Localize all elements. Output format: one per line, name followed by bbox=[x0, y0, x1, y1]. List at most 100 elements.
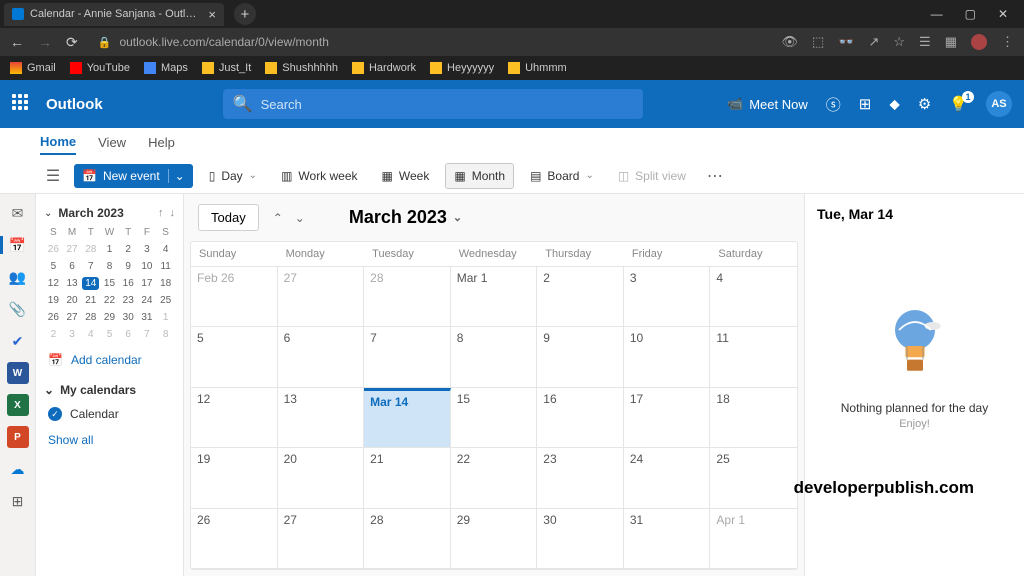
calendar-day[interactable]: 13 bbox=[278, 388, 365, 447]
prev-month-icon[interactable]: ↑ bbox=[158, 207, 164, 219]
powerpoint-icon[interactable]: P bbox=[7, 426, 29, 448]
reading-list-icon[interactable]: ☰ bbox=[919, 34, 931, 50]
mini-day[interactable]: 20 bbox=[63, 292, 82, 309]
calendar-day[interactable]: 22 bbox=[451, 448, 538, 507]
mini-day[interactable]: 26 bbox=[44, 241, 63, 258]
calendar-day[interactable]: 29 bbox=[451, 509, 538, 568]
skype-icon[interactable]: ⓢ bbox=[826, 94, 841, 115]
calendar-day[interactable]: 18 bbox=[710, 388, 797, 447]
bookmark-youtube[interactable]: YouTube bbox=[70, 62, 130, 74]
calendar-day[interactable]: 31 bbox=[624, 509, 711, 568]
mini-day[interactable]: 6 bbox=[63, 258, 82, 275]
calendar-day[interactable]: 25 bbox=[710, 448, 797, 507]
prev-icon[interactable]: ⌃ bbox=[269, 207, 287, 229]
files-icon[interactable]: 📎 bbox=[7, 298, 29, 320]
reload-icon[interactable]: ⟳ bbox=[66, 34, 78, 51]
mini-day[interactable]: 8 bbox=[156, 326, 175, 343]
mini-day[interactable]: 7 bbox=[81, 258, 100, 275]
mini-day[interactable]: 2 bbox=[44, 326, 63, 343]
calendar-day[interactable]: Apr 1 bbox=[710, 509, 797, 568]
incognito-icon[interactable]: 👓 bbox=[838, 34, 854, 50]
mini-day[interactable]: 2 bbox=[119, 241, 138, 258]
next-month-icon[interactable]: ↓ bbox=[170, 207, 176, 219]
url-input[interactable]: 🔒 outlook.live.com/calendar/0/view/month bbox=[90, 35, 770, 49]
mini-day[interactable]: 16 bbox=[119, 275, 138, 292]
mini-day[interactable]: 27 bbox=[63, 309, 82, 326]
mini-day[interactable]: 27 bbox=[63, 241, 82, 258]
more-apps-icon[interactable]: ⊞ bbox=[7, 490, 29, 512]
excel-icon[interactable]: X bbox=[7, 394, 29, 416]
next-icon[interactable]: ⌄ bbox=[291, 207, 309, 229]
calendar-day[interactable]: 21 bbox=[364, 448, 451, 507]
app-launcher-icon[interactable] bbox=[12, 94, 32, 114]
forward-icon[interactable]: → bbox=[38, 34, 52, 50]
mini-day[interactable]: 9 bbox=[119, 258, 138, 275]
hamburger-icon[interactable]: ☰ bbox=[40, 163, 66, 189]
bookmark-folder-4[interactable]: Heyyyyyy bbox=[430, 62, 494, 74]
bookmark-maps[interactable]: Maps bbox=[144, 62, 188, 74]
mini-day[interactable]: 7 bbox=[138, 326, 157, 343]
mini-day[interactable]: 26 bbox=[44, 309, 63, 326]
week-view-button[interactable]: ▦Week bbox=[374, 164, 438, 188]
calendar-item[interactable]: ✓ Calendar bbox=[44, 403, 175, 425]
mail-icon[interactable]: ✉ bbox=[7, 202, 29, 224]
bookmark-folder-5[interactable]: Uhmmm bbox=[508, 62, 567, 74]
search-input[interactable] bbox=[261, 97, 633, 112]
teams-icon[interactable]: ⊞ bbox=[859, 95, 872, 113]
tab-view[interactable]: View bbox=[98, 131, 126, 154]
calendar-day[interactable]: 27 bbox=[278, 509, 365, 568]
calendar-day[interactable]: Feb 26 bbox=[191, 267, 278, 326]
calendar-day[interactable]: 7 bbox=[364, 327, 451, 386]
mini-day[interactable]: 8 bbox=[100, 258, 119, 275]
calendar-day[interactable]: 9 bbox=[537, 327, 624, 386]
mini-day[interactable]: 3 bbox=[138, 241, 157, 258]
mini-day[interactable]: 15 bbox=[100, 275, 119, 292]
calendar-day[interactable]: 24 bbox=[624, 448, 711, 507]
menu-icon[interactable]: ⋮ bbox=[1001, 34, 1014, 50]
calendar-day[interactable]: 5 bbox=[191, 327, 278, 386]
mini-day[interactable]: 25 bbox=[156, 292, 175, 309]
calendar-day[interactable]: 16 bbox=[537, 388, 624, 447]
calendar-day[interactable]: 4 bbox=[710, 267, 797, 326]
calendar-day[interactable]: 28 bbox=[364, 267, 451, 326]
calendar-day[interactable]: 6 bbox=[278, 327, 365, 386]
board-view-button[interactable]: ▤Board⌄ bbox=[522, 164, 602, 188]
mini-day[interactable]: 5 bbox=[100, 326, 119, 343]
month-view-button[interactable]: ▦Month bbox=[445, 163, 514, 189]
calendar-day[interactable]: 11 bbox=[710, 327, 797, 386]
mini-day[interactable]: 1 bbox=[100, 241, 119, 258]
calendar-day[interactable]: Mar 1 bbox=[451, 267, 538, 326]
people-icon[interactable]: 👥 bbox=[7, 266, 29, 288]
today-button[interactable]: Today bbox=[198, 204, 259, 231]
tab-help[interactable]: Help bbox=[148, 131, 175, 154]
calendar-day[interactable]: 8 bbox=[451, 327, 538, 386]
calendar-day[interactable]: 19 bbox=[191, 448, 278, 507]
mini-day[interactable]: 5 bbox=[44, 258, 63, 275]
new-event-button[interactable]: 📅 New event ⌄ bbox=[74, 164, 193, 188]
calendar-day[interactable]: 3 bbox=[624, 267, 711, 326]
bookmark-folder-3[interactable]: Hardwork bbox=[352, 62, 416, 74]
mini-day[interactable]: 24 bbox=[138, 292, 157, 309]
tab-home[interactable]: Home bbox=[40, 130, 76, 155]
mini-day[interactable]: 30 bbox=[119, 309, 138, 326]
calendar-day[interactable]: 12 bbox=[191, 388, 278, 447]
my-calendars-toggle[interactable]: ⌄ My calendars bbox=[44, 377, 175, 403]
new-tab-button[interactable]: + bbox=[234, 3, 256, 25]
mini-day[interactable]: 12 bbox=[44, 275, 63, 292]
meet-now-button[interactable]: 📹 Meet Now bbox=[727, 96, 808, 112]
mini-day[interactable]: 3 bbox=[63, 326, 82, 343]
mini-day[interactable]: 21 bbox=[81, 292, 100, 309]
show-all-button[interactable]: Show all bbox=[44, 425, 175, 455]
mini-day[interactable]: 6 bbox=[119, 326, 138, 343]
calendar-day[interactable]: 28 bbox=[364, 509, 451, 568]
outlook-premium-icon[interactable]: ⬥ bbox=[889, 96, 900, 113]
mini-day[interactable]: 4 bbox=[81, 326, 100, 343]
bookmark-icon[interactable]: ☆ bbox=[893, 34, 905, 50]
calendar-day[interactable]: 26 bbox=[191, 509, 278, 568]
bookmark-folder-2[interactable]: Shushhhhh bbox=[265, 62, 338, 74]
calendar-day[interactable]: 20 bbox=[278, 448, 365, 507]
calendar-day[interactable]: 27 bbox=[278, 267, 365, 326]
calendar-day[interactable]: 10 bbox=[624, 327, 711, 386]
mini-day[interactable]: 28 bbox=[81, 309, 100, 326]
eye-icon[interactable]: 👁 bbox=[781, 34, 798, 50]
